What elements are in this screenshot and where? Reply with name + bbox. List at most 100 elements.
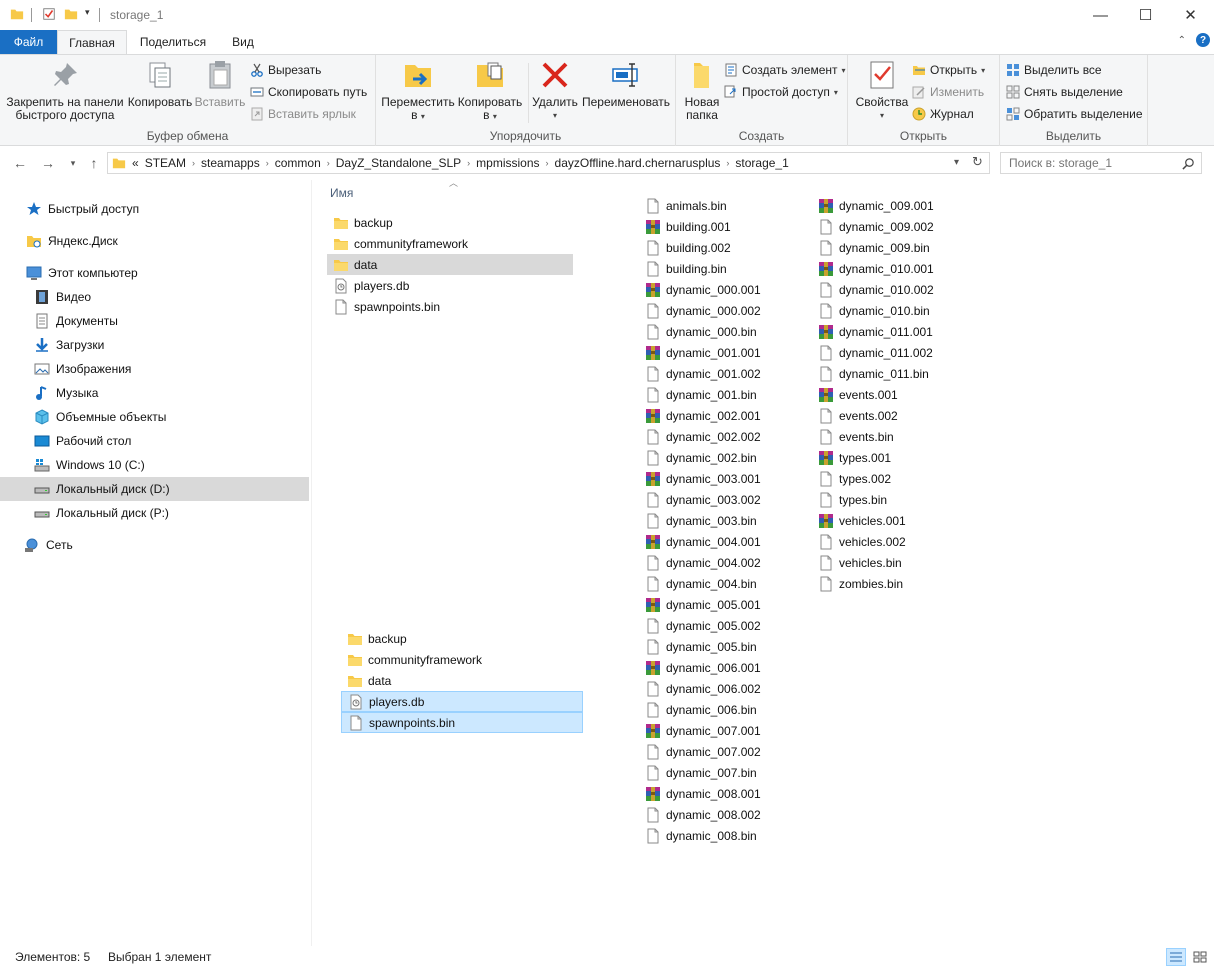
history-button[interactable]: Журнал xyxy=(912,104,974,124)
edit-button[interactable]: Изменить xyxy=(912,82,984,102)
file-item[interactable]: building.002 xyxy=(639,237,799,258)
refresh-icon[interactable]: ↻ xyxy=(972,154,983,170)
copy-path-button[interactable]: Скопировать путь xyxy=(250,82,367,102)
folder-item[interactable]: backup xyxy=(341,628,583,649)
customize-qat-chevron-icon[interactable]: ▾ xyxy=(85,7,90,18)
nav-item-pictures[interactable]: Изображения xyxy=(0,357,309,381)
tab-view[interactable]: Вид xyxy=(224,30,262,54)
file-item[interactable]: dynamic_007.001 xyxy=(639,720,799,741)
file-item[interactable]: dynamic_008.bin xyxy=(639,825,799,846)
file-item[interactable]: building.bin xyxy=(639,258,799,279)
minimize-button[interactable]: — xyxy=(1078,0,1123,30)
file-item[interactable]: dynamic_001.001 xyxy=(639,342,799,363)
nav-item-3d-objects[interactable]: Объемные объекты xyxy=(0,405,309,429)
file-item[interactable]: dynamic_001.002 xyxy=(639,363,799,384)
easy-access-button[interactable]: Простой доступ ▾ xyxy=(724,82,838,102)
file-item[interactable]: events.bin xyxy=(812,426,972,447)
paste-shortcut-button[interactable]: Вставить ярлык xyxy=(250,104,356,124)
file-item[interactable]: types.bin xyxy=(812,489,972,510)
breadcrumb-item[interactable]: storage_1 xyxy=(735,156,788,170)
breadcrumb-chevron-icon[interactable]: › xyxy=(192,158,195,168)
file-item[interactable]: dynamic_000.001 xyxy=(639,279,799,300)
file-item[interactable]: dynamic_004.bin xyxy=(639,573,799,594)
help-icon[interactable]: ? xyxy=(1196,33,1210,47)
large-icons-view-button[interactable] xyxy=(1190,948,1210,966)
file-item[interactable]: dynamic_010.001 xyxy=(812,258,972,279)
search-icon[interactable] xyxy=(1182,157,1195,170)
file-item[interactable]: events.001 xyxy=(812,384,972,405)
pin-quick-access-button[interactable]: Закрепить на панели быстрого доступа xyxy=(6,59,124,122)
address-bar[interactable]: « STEAM › steamapps › common › DayZ_Stan… xyxy=(107,152,990,174)
file-item[interactable]: vehicles.001 xyxy=(812,510,972,531)
file-item[interactable]: spawnpoints.bin xyxy=(327,296,573,317)
file-item[interactable]: dynamic_011.001 xyxy=(812,321,972,342)
nav-item-quick-access[interactable]: Быстрый доступ xyxy=(0,197,309,221)
breadcrumb-item[interactable]: steamapps xyxy=(201,156,260,170)
nav-item-drive-c[interactable]: Windows 10 (C:) xyxy=(0,453,309,477)
folder-item[interactable]: data xyxy=(341,670,583,691)
breadcrumb-chevron-icon[interactable]: › xyxy=(266,158,269,168)
file-item[interactable]: events.002 xyxy=(812,405,972,426)
file-item[interactable]: animals.bin xyxy=(639,195,799,216)
file-item[interactable]: types.001 xyxy=(812,447,972,468)
maximize-button[interactable]: ☐ xyxy=(1123,0,1168,30)
nav-item-drive-p[interactable]: Локальный диск (P:) xyxy=(0,501,309,525)
nav-item-this-pc[interactable]: Этот компьютер xyxy=(0,261,309,285)
file-item[interactable]: building.001 xyxy=(639,216,799,237)
file-item[interactable]: dynamic_002.bin xyxy=(639,447,799,468)
paste-button[interactable]: Вставить xyxy=(194,59,246,109)
file-item[interactable]: dynamic_008.001 xyxy=(639,783,799,804)
new-folder-button[interactable]: Новая папка xyxy=(680,59,724,122)
breadcrumb-chevron-icon[interactable]: › xyxy=(726,158,729,168)
file-item[interactable]: dynamic_007.002 xyxy=(639,741,799,762)
nav-item-video[interactable]: Видео xyxy=(0,285,309,309)
move-to-button[interactable]: Переместить в ▾ xyxy=(381,59,455,123)
new-folder-icon[interactable] xyxy=(64,7,78,21)
forward-arrow-icon[interactable]: → xyxy=(38,154,58,172)
properties-button[interactable]: Свойства ▾ xyxy=(854,59,910,122)
copy-to-button[interactable]: Копировать в ▾ xyxy=(456,59,524,123)
file-item[interactable]: dynamic_010.bin xyxy=(812,300,972,321)
collapse-ribbon-chevron-icon[interactable]: ⌃ xyxy=(1178,35,1186,46)
file-item[interactable]: dynamic_004.002 xyxy=(639,552,799,573)
tab-file[interactable]: Файл xyxy=(0,30,57,54)
file-item[interactable]: dynamic_003.bin xyxy=(639,510,799,531)
copy-button[interactable]: Копировать xyxy=(126,59,194,109)
file-item[interactable]: vehicles.002 xyxy=(812,531,972,552)
select-all-button[interactable]: Выделить все xyxy=(1006,60,1102,80)
file-item[interactable]: dynamic_009.002 xyxy=(812,216,972,237)
file-item[interactable]: dynamic_009.001 xyxy=(812,195,972,216)
file-item[interactable]: dynamic_007.bin xyxy=(639,762,799,783)
folder-item[interactable]: data xyxy=(327,254,573,275)
select-none-button[interactable]: Снять выделение xyxy=(1006,82,1123,102)
folder-item[interactable]: communityframework xyxy=(327,233,573,254)
file-item[interactable]: dynamic_002.001 xyxy=(639,405,799,426)
up-arrow-icon[interactable]: ↑ xyxy=(84,154,104,172)
breadcrumb-chevron-icon[interactable]: › xyxy=(546,158,549,168)
nav-item-downloads[interactable]: Загрузки xyxy=(0,333,309,357)
close-button[interactable]: ✕ xyxy=(1168,0,1213,30)
file-item[interactable]: dynamic_005.001 xyxy=(639,594,799,615)
file-item[interactable]: players.db xyxy=(341,691,583,712)
breadcrumb-item[interactable]: DayZ_Standalone_SLP xyxy=(336,156,461,170)
breadcrumb-overflow[interactable]: « xyxy=(132,156,139,170)
tab-share[interactable]: Поделиться xyxy=(133,30,213,54)
file-item[interactable]: dynamic_005.bin xyxy=(639,636,799,657)
rename-button[interactable]: Переименовать xyxy=(581,59,671,109)
file-item[interactable]: dynamic_000.bin xyxy=(639,321,799,342)
file-item[interactable]: dynamic_011.002 xyxy=(812,342,972,363)
file-item[interactable]: dynamic_009.bin xyxy=(812,237,972,258)
file-item[interactable]: dynamic_005.002 xyxy=(639,615,799,636)
file-item[interactable]: dynamic_003.002 xyxy=(639,489,799,510)
search-input[interactable] xyxy=(1009,156,1174,170)
nav-item-network[interactable]: Сеть xyxy=(0,533,309,557)
details-view-button[interactable] xyxy=(1166,948,1186,966)
file-item[interactable]: players.db xyxy=(327,275,573,296)
file-item[interactable]: dynamic_003.001 xyxy=(639,468,799,489)
open-button[interactable]: Открыть ▾ xyxy=(912,60,985,80)
file-item[interactable]: dynamic_004.001 xyxy=(639,531,799,552)
file-item[interactable]: dynamic_002.002 xyxy=(639,426,799,447)
column-header-name[interactable]: Имя xyxy=(330,186,353,200)
folder-item[interactable]: backup xyxy=(327,212,573,233)
file-item[interactable]: spawnpoints.bin xyxy=(341,712,583,733)
